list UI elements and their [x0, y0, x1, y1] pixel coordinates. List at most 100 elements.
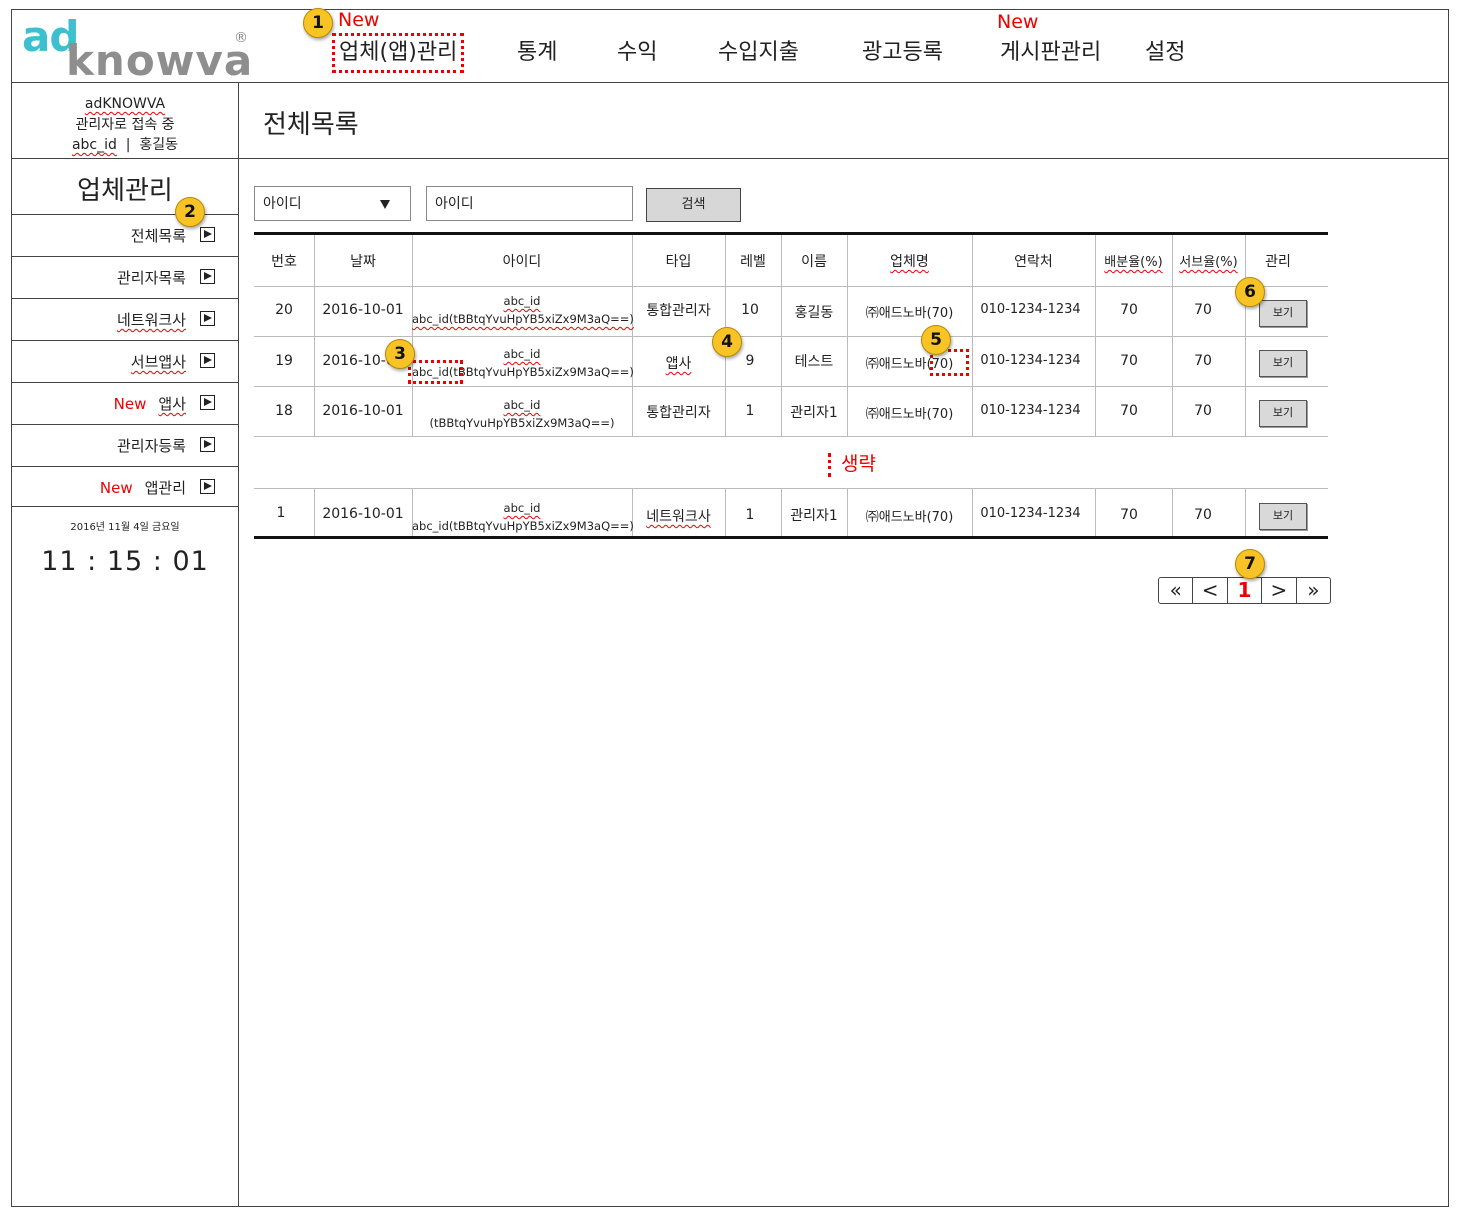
cell-dist-rate: 70	[1120, 507, 1138, 523]
cell-id-bottom: (tBBtqYvuHpYB5xiZx9M3aQ==)	[429, 416, 615, 430]
first-page-button[interactable]: «	[1159, 578, 1194, 603]
cell-no: 1	[276, 505, 286, 521]
cell-id-top: abc_id	[503, 501, 541, 515]
annotation-marker: 1	[303, 8, 333, 38]
cell-id-top: abc_id	[503, 347, 541, 361]
header-cell-level: 레벨	[740, 254, 766, 270]
cell-sub-rate: 70	[1194, 507, 1212, 523]
logged-in-user-info: adKNOWVA 관리자로 접속 중 abc_id | 홍길동	[12, 94, 238, 156]
nav-income-expense[interactable]: 수입지출	[718, 34, 799, 66]
pagination: « < 1 > »	[1158, 577, 1331, 604]
user-id: abc_id	[71, 137, 117, 153]
sidebar-new-badge: New	[113, 395, 147, 413]
view-button[interactable]: 보기	[1259, 300, 1307, 327]
cell-contact: 010-1234-1234	[980, 353, 1081, 368]
cell-name: 테스트	[794, 354, 834, 370]
table-divider	[254, 386, 1328, 387]
nav-revenue[interactable]: 수익	[617, 34, 657, 66]
header-cell-type: 타입	[665, 254, 692, 270]
sidebar-new-badge: New	[99, 479, 133, 497]
search-field-select[interactable]: 아이디	[254, 186, 411, 221]
cell-id-top: abc_id	[503, 294, 541, 308]
nav-company-management[interactable]: 업체(앱)관리	[339, 34, 457, 66]
annotation-marker: 4	[712, 327, 742, 357]
table-column-divider	[1245, 488, 1246, 536]
sidebar-divider	[238, 82, 239, 1207]
sidebar-title: 업체관리	[77, 176, 173, 206]
cell-contact: 010-1234-1234	[980, 302, 1081, 317]
sidebar-item-admin-register[interactable]: 관리자등록	[12, 424, 238, 465]
view-button[interactable]: 보기	[1259, 350, 1307, 377]
caret-down-icon	[380, 200, 390, 209]
cell-type: 통합관리자	[646, 405, 711, 421]
play-arrow-icon	[200, 479, 215, 494]
nav-settings[interactable]: 설정	[1145, 34, 1185, 66]
cell-level: 1	[745, 507, 755, 523]
cell-type: 네트워크사	[646, 509, 711, 525]
current-page[interactable]: 1	[1228, 578, 1263, 603]
search-button[interactable]: 검색	[646, 188, 741, 222]
cell-id: abc_id abc_id(tBBtqYvuHpYB5xiZx9M3aQ==)	[412, 292, 634, 328]
nav-statistics[interactable]: 통계	[517, 34, 557, 66]
nav-board-management[interactable]: 게시판관리	[1000, 34, 1101, 66]
play-arrow-icon	[200, 353, 215, 368]
sidebar-item-label: 관리자등록	[116, 437, 186, 455]
cell-contact: 010-1234-1234	[980, 403, 1081, 418]
sidebar-item-admin-list[interactable]: 관리자목록	[12, 256, 238, 297]
cell-dist-rate: 70	[1120, 302, 1138, 318]
title-divider	[11, 158, 1449, 159]
header-cell-manage: 관리	[1265, 254, 1291, 270]
header-cell-dist-rate: 배분율(%)	[1104, 255, 1163, 270]
cell-sub-rate: 70	[1194, 403, 1212, 419]
cell-date: 2016-10-01	[322, 302, 404, 318]
search-input[interactable]: 아이디	[426, 186, 633, 221]
table-divider	[254, 286, 1328, 287]
user-separator: |	[125, 137, 131, 153]
header-cell-name: 이름	[801, 254, 827, 270]
view-button[interactable]: 보기	[1259, 503, 1307, 530]
header-cell-date: 날짜	[350, 254, 376, 270]
sidebar-item-network[interactable]: 네트워크사	[12, 298, 238, 339]
cell-name: 홍길동	[794, 305, 834, 321]
play-arrow-icon	[200, 227, 215, 242]
cell-sub-rate: 70	[1194, 353, 1212, 369]
cell-date: 2016-10-01	[322, 403, 404, 419]
sidebar-item-all-list[interactable]: 전체목록	[12, 214, 238, 255]
omitted-label: 생략	[841, 453, 876, 475]
cell-dist-rate: 70	[1120, 403, 1138, 419]
cell-level: 1	[745, 403, 755, 419]
omitted-rows-indicator: 생략	[828, 449, 876, 477]
next-page-button[interactable]: >	[1262, 578, 1297, 603]
header-cell-no: 번호	[271, 254, 297, 270]
user-status: 관리자로 접속 중	[75, 116, 175, 133]
sidebar-item-label: 네트워크사	[116, 311, 186, 329]
sidebar-item-app[interactable]: New 앱사	[12, 382, 238, 423]
current-date: 2016년 11월 4일 금요일	[70, 522, 180, 533]
sidebar-item-label: 서브앱사	[130, 353, 186, 371]
cell-no: 20	[275, 302, 293, 318]
table-top-rule	[254, 232, 1328, 235]
cell-name: 관리자1	[790, 405, 838, 421]
cell-type: 통합관리자	[646, 303, 711, 319]
play-arrow-icon	[200, 395, 215, 410]
cell-no: 19	[275, 353, 293, 369]
cell-dist-rate: 70	[1120, 353, 1138, 369]
nav-ad-register[interactable]: 광고등록	[862, 34, 943, 66]
cell-level: 10	[741, 302, 759, 318]
user-org: adKNOWVA	[84, 96, 166, 112]
registered-mark: ®	[234, 30, 248, 46]
last-page-button[interactable]: »	[1297, 578, 1330, 603]
table-divider	[254, 336, 1328, 337]
cell-type: 앱사	[665, 356, 692, 372]
sidebar-item-app-management[interactable]: New 앱관리	[12, 466, 238, 507]
view-button[interactable]: 보기	[1259, 400, 1307, 427]
sidebar-item-sub-app[interactable]: 서브앱사	[12, 340, 238, 381]
header-cell-contact: 연락처	[1014, 254, 1053, 270]
play-arrow-icon	[200, 269, 215, 284]
cell-name: 관리자1	[790, 508, 838, 524]
cell-date: 2016-10-01	[322, 506, 404, 522]
cell-id-bottom: abc_id(tBBtqYvuHpYB5xiZx9M3aQ==)	[412, 312, 634, 326]
prev-page-button[interactable]: <	[1193, 578, 1228, 603]
adknowva-logo[interactable]: ad knowva ®	[22, 12, 252, 85]
sidebar-item-label: 관리자목록	[116, 269, 186, 287]
